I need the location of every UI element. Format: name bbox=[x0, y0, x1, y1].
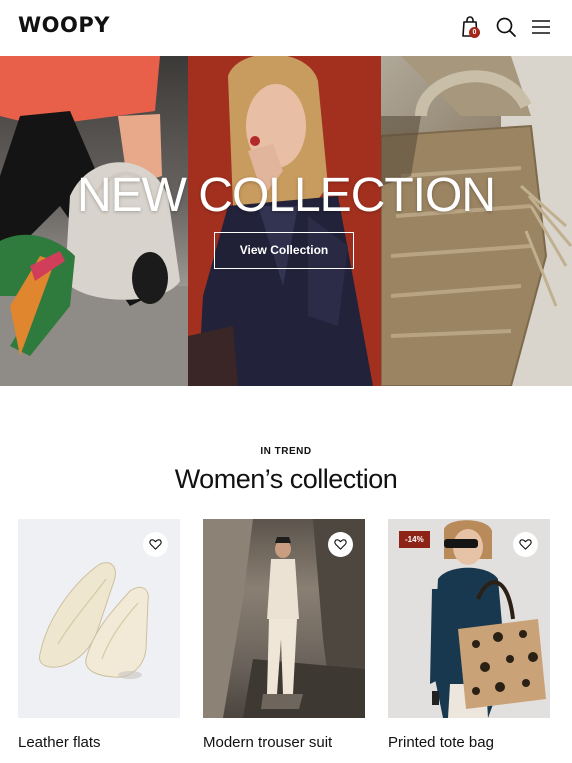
discount-badge: -14% bbox=[399, 531, 430, 548]
cart-button[interactable]: 0 bbox=[457, 14, 483, 40]
cart-count-badge: 0 bbox=[469, 27, 480, 38]
section-eyebrow: IN TREND bbox=[260, 446, 312, 457]
wishlist-button[interactable] bbox=[143, 532, 168, 557]
product-name[interactable]: Modern trouser suit bbox=[203, 734, 332, 751]
product-name[interactable]: Printed tote bag bbox=[388, 734, 494, 751]
menu-button[interactable] bbox=[528, 14, 554, 40]
hero-title: NEW COLLECTION bbox=[76, 169, 496, 222]
section-title: Women’s collection bbox=[174, 464, 398, 494]
product-card[interactable]: Modern trouser suit bbox=[203, 519, 365, 751]
heart-icon bbox=[149, 539, 162, 550]
product-image-leather-flats[interactable] bbox=[18, 519, 180, 718]
product-card[interactable]: -14% Printed tote bag bbox=[388, 519, 550, 751]
search-icon bbox=[496, 17, 516, 37]
product-image-tote-bag[interactable]: -14% bbox=[388, 519, 550, 718]
wishlist-button[interactable] bbox=[513, 532, 538, 557]
product-image-trouser-suit[interactable] bbox=[203, 519, 365, 718]
heart-icon bbox=[334, 539, 347, 550]
site-logo[interactable]: WOOPY bbox=[18, 13, 110, 37]
product-name[interactable]: Leather flats bbox=[18, 734, 101, 751]
heart-icon bbox=[519, 539, 532, 550]
search-button[interactable] bbox=[493, 14, 519, 40]
hero-banner: NEW COLLECTION View Collection bbox=[0, 56, 572, 386]
product-card[interactable]: Leather flats bbox=[18, 519, 180, 751]
site-header: WOOPY 0 bbox=[0, 0, 572, 56]
menu-icon bbox=[532, 20, 550, 34]
wishlist-button[interactable] bbox=[328, 532, 353, 557]
view-collection-button[interactable]: View Collection bbox=[214, 232, 354, 269]
